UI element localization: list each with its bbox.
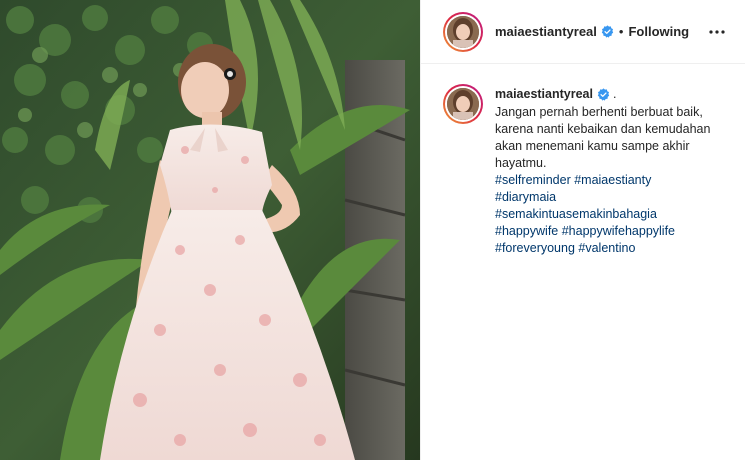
following-button[interactable]: Following: [628, 24, 689, 39]
caption-avatar[interactable]: [443, 84, 483, 124]
avatar[interactable]: [443, 11, 483, 52]
verified-badge-icon: [597, 88, 610, 101]
avatar-portrait-icon: [447, 15, 479, 48]
caption-username[interactable]: maiaestiantyreal: [495, 86, 593, 103]
caption: maiaestiantyreal . Jangan pernah berhent…: [421, 64, 745, 257]
caption-text: Jangan pernah berhenti berbuat baik, kar…: [495, 105, 711, 170]
post-photo[interactable]: [0, 0, 420, 460]
header-username[interactable]: maiaestiantyreal: [495, 24, 597, 39]
hashtag-link[interactable]: #selfreminder: [495, 173, 571, 187]
verified-badge-icon: [601, 25, 614, 38]
caption-avatar-image: [447, 88, 479, 120]
caption-head: maiaestiantyreal .: [495, 86, 710, 103]
caption-trailing-dot: .: [612, 87, 617, 101]
avatar-portrait-icon: [447, 88, 479, 120]
hashtag-link[interactable]: #happywifehappylife: [562, 224, 675, 238]
hashtag-link[interactable]: #valentino: [578, 241, 635, 255]
more-horizontal-icon: [709, 29, 725, 34]
hashtag-list: #selfreminder #maiaestianty #diarymaia #…: [495, 172, 710, 257]
caption-body: maiaestiantyreal . Jangan pernah berhent…: [495, 82, 710, 257]
hashtag-line: #foreveryoung #valentino: [495, 240, 710, 257]
avatar-image: [447, 15, 479, 48]
hashtag-line: #happywife #happywifehappylife: [495, 223, 710, 240]
hashtag-link[interactable]: #maiaestianty: [574, 173, 651, 187]
hashtag-link[interactable]: #happywife: [495, 224, 558, 238]
header-meta: maiaestiantyreal • Following: [495, 24, 705, 39]
post-header: maiaestiantyreal • Following: [421, 0, 745, 64]
hashtag-line: #diarymaia: [495, 189, 710, 206]
hashtag-link[interactable]: #diarymaia: [495, 190, 556, 204]
hashtag-link[interactable]: #foreveryoung: [495, 241, 575, 255]
hashtag-link[interactable]: #semakintuasemakinbahagia: [495, 207, 657, 221]
more-options-button[interactable]: [705, 20, 729, 44]
header-separator: •: [618, 24, 624, 39]
hashtag-line: #semakintuasemakinbahagia: [495, 206, 710, 223]
post-photo-image: [0, 0, 420, 460]
instagram-post: maiaestiantyreal • Following maiaestiant…: [0, 0, 745, 460]
hashtag-line: #selfreminder #maiaestianty: [495, 172, 710, 189]
post-side-panel: maiaestiantyreal • Following maiaestiant…: [420, 0, 745, 460]
